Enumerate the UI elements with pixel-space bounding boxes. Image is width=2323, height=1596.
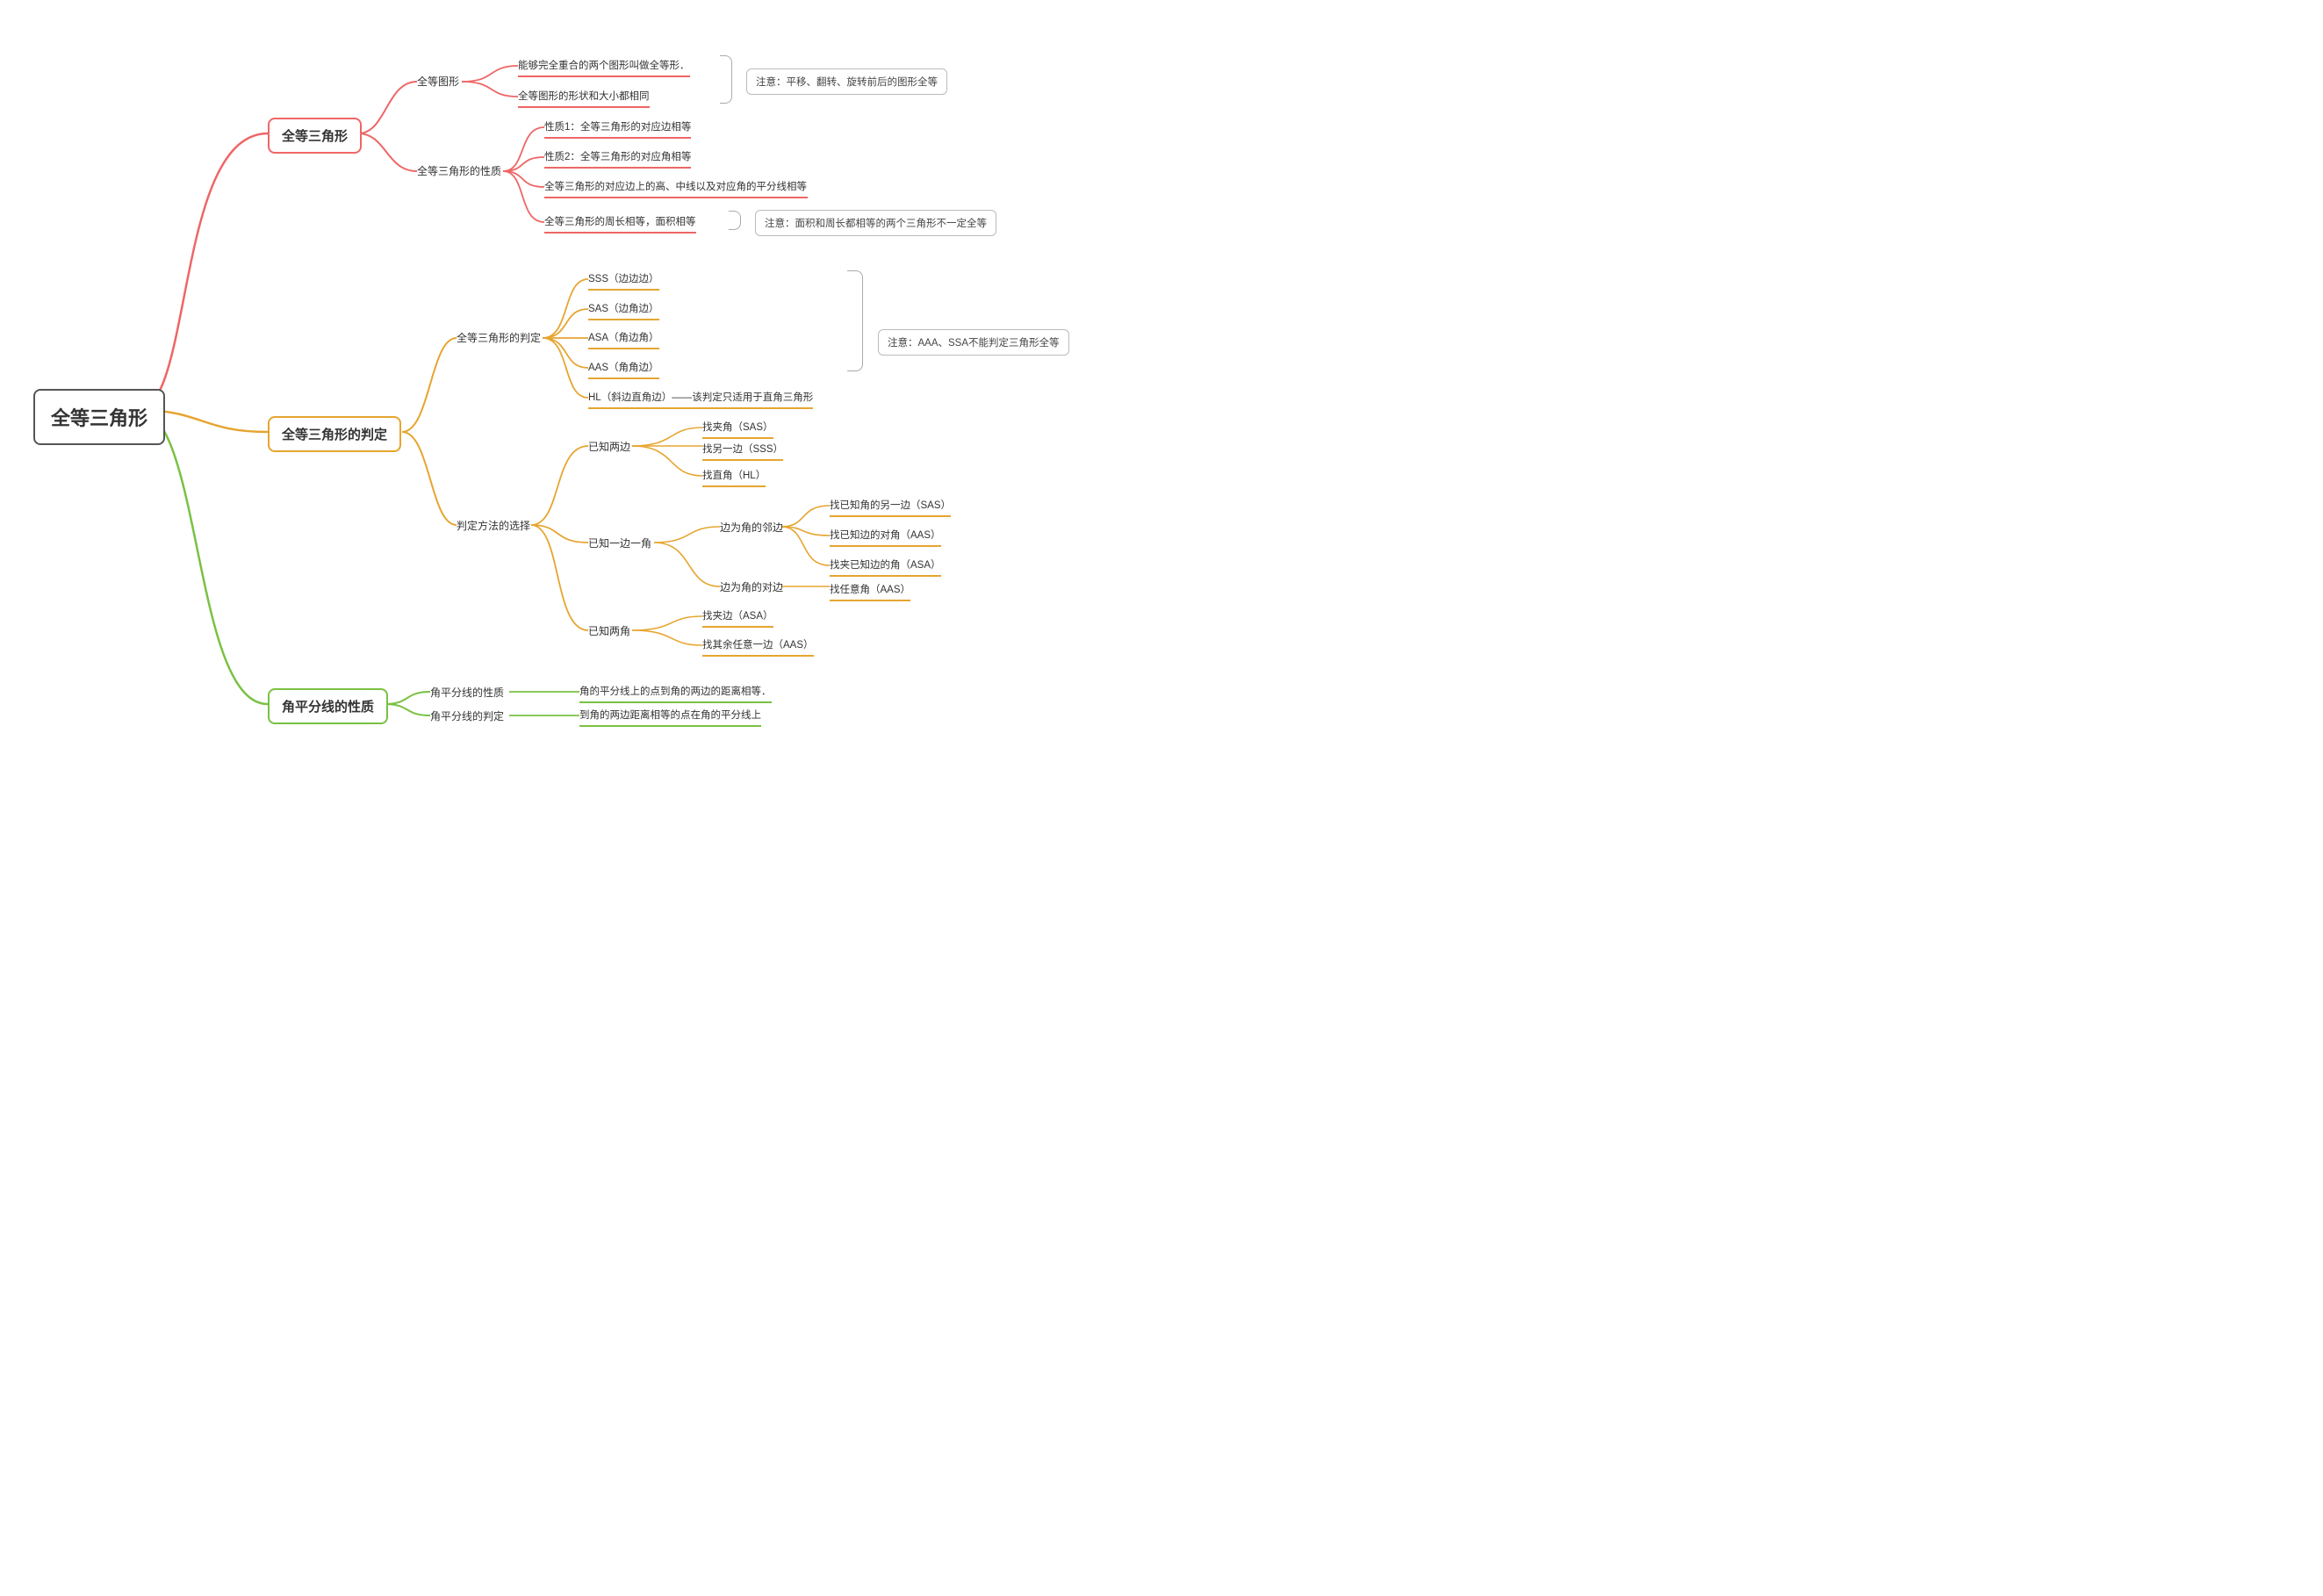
- c-side-angle[interactable]: 已知一边一角: [588, 536, 651, 553]
- leaf-b3s1: 角的平分线上的点到角的两边的距离相等．: [579, 681, 772, 703]
- leaf-b3s2: 到角的两边距离相等的点在角的平分线上: [579, 705, 761, 727]
- sub-method-choice[interactable]: 判定方法的选择: [457, 518, 530, 536]
- leaf-aas: AAS（角角边）: [588, 357, 659, 379]
- leaf-c1-2: 找直角（HL）: [702, 465, 766, 487]
- leaf-d1-1: 找已知边的对角（AAS）: [830, 525, 941, 547]
- leaf-hl: HL（斜边直角边）——该判定只适用于直角三角形: [588, 387, 813, 409]
- root-node[interactable]: 全等三角形: [33, 389, 165, 445]
- leaf-c1-1: 找另一边（SSS）: [702, 439, 783, 461]
- leaf-b1s2-3: 全等三角形的周长相等，面积相等: [544, 212, 696, 234]
- leaf-d1-0: 找已知角的另一边（SAS）: [830, 495, 951, 517]
- branch-bisector[interactable]: 角平分线的性质: [268, 688, 388, 724]
- leaf-b1s1-1: 全等图形的形状和大小都相同: [518, 86, 650, 108]
- sub-bisector-judge[interactable]: 角平分线的判定: [430, 708, 504, 726]
- brace-icon: [847, 270, 863, 371]
- leaf-b1s1-0: 能够完全重合的两个图形叫做全等形．: [518, 55, 690, 77]
- leaf-sas: SAS（边角边）: [588, 298, 659, 320]
- note-aaa-ssa: 注意：AAA、SSA不能判定三角形全等: [878, 329, 1069, 356]
- branch-judgement[interactable]: 全等三角形的判定: [268, 416, 401, 452]
- leaf-c3-0: 找夹边（ASA）: [702, 606, 773, 628]
- note-area-perimeter: 注意：面积和周长都相等的两个三角形不一定全等: [755, 210, 996, 236]
- leaf-b1s2-1: 性质2：全等三角形的对应角相等: [544, 147, 691, 169]
- leaf-d1-2: 找夹已知边的角（ASA）: [830, 555, 941, 577]
- note-transform: 注意：平移、翻转、旋转前后的图形全等: [746, 68, 947, 95]
- leaf-sss: SSS（边边边）: [588, 269, 659, 291]
- leaf-b1s2-0: 性质1：全等三角形的对应边相等: [544, 117, 691, 139]
- branch-congruent-triangle[interactable]: 全等三角形: [268, 118, 362, 154]
- sub-congruent-props[interactable]: 全等三角形的性质: [417, 163, 501, 181]
- sub-congruent-shape[interactable]: 全等图形: [417, 74, 459, 91]
- leaf-b1s2-2: 全等三角形的对应边上的高、中线以及对应角的平分线相等: [544, 176, 808, 198]
- c-two-angles[interactable]: 已知两角: [588, 623, 630, 641]
- brace-icon: [729, 211, 741, 230]
- leaf-c1-0: 找夹角（SAS）: [702, 417, 773, 439]
- leaf-c3-1: 找其余任意一边（AAS）: [702, 635, 814, 657]
- sub-judgement-list[interactable]: 全等三角形的判定: [457, 330, 541, 348]
- d-opposite[interactable]: 边为角的对边: [720, 579, 783, 597]
- brace-icon: [720, 55, 732, 104]
- leaf-asa: ASA（角边角）: [588, 327, 659, 349]
- d-adjacent[interactable]: 边为角的邻边: [720, 520, 783, 537]
- sub-bisector-prop[interactable]: 角平分线的性质: [430, 685, 504, 702]
- c-two-sides[interactable]: 已知两边: [588, 439, 630, 457]
- leaf-d2-0: 找任意角（AAS）: [830, 579, 910, 601]
